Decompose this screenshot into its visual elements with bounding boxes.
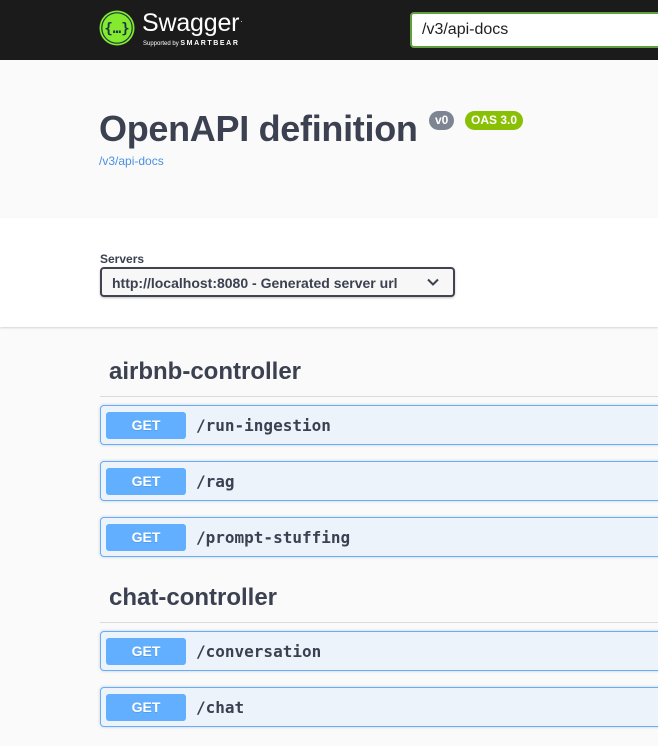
operation-get-rag[interactable]: GET /rag [100, 461, 658, 501]
operation-path: /conversation [196, 642, 322, 661]
servers-label: Servers [100, 252, 145, 266]
operation-path: /prompt-stuffing [196, 528, 351, 547]
oas-badge: OAS 3.0 [465, 111, 524, 130]
chevron-down-icon [427, 278, 439, 286]
tag-header-chat-controller[interactable]: chat-controller [109, 584, 277, 612]
info-section: OpenAPI definition v0 OAS 3.0 /v3/api-do… [0, 60, 658, 218]
tag-divider [100, 396, 658, 397]
svg-text:{…}: {…} [104, 21, 129, 37]
logo-title[interactable]: Swagger. [142, 9, 243, 38]
method-badge-get: GET [106, 694, 186, 721]
method-badge-get: GET [106, 468, 186, 495]
method-badge-get: GET [106, 524, 186, 551]
tag-divider [100, 622, 658, 623]
operation-path: /rag [196, 472, 235, 491]
servers-section: Servers http://localhost:8080 - Generate… [0, 218, 658, 327]
operation-path: /run-ingestion [196, 416, 331, 435]
logo-brand-text: SMARTBEAR [180, 40, 240, 47]
logo-subtitle: Supported by SMARTBEAR [143, 40, 240, 47]
topbar: {…} Swagger. Supported by SMARTBEAR [0, 0, 658, 60]
operation-path: /chat [196, 698, 245, 717]
version-badge: v0 [429, 111, 455, 130]
operation-get-prompt-stuffing[interactable]: GET /prompt-stuffing [100, 517, 658, 557]
operation-get-conversation[interactable]: GET /conversation [100, 631, 658, 671]
operation-get-run-ingestion[interactable]: GET /run-ingestion [100, 405, 658, 445]
tag-header-airbnb-controller[interactable]: airbnb-controller [109, 358, 301, 386]
swagger-logo-icon[interactable]: {…} [99, 10, 135, 46]
operation-get-chat[interactable]: GET /chat [100, 687, 658, 727]
servers-select[interactable]: http://localhost:8080 - Generated server… [100, 267, 455, 297]
page-title: OpenAPI definition [99, 108, 418, 149]
method-badge-get: GET [106, 638, 186, 665]
spec-url-input[interactable] [410, 12, 658, 48]
spec-link[interactable]: /v3/api-docs [99, 154, 164, 168]
logo-supported-text: Supported by [143, 41, 179, 47]
method-badge-get: GET [106, 412, 186, 439]
servers-select-value: http://localhost:8080 - Generated server… [112, 275, 398, 291]
